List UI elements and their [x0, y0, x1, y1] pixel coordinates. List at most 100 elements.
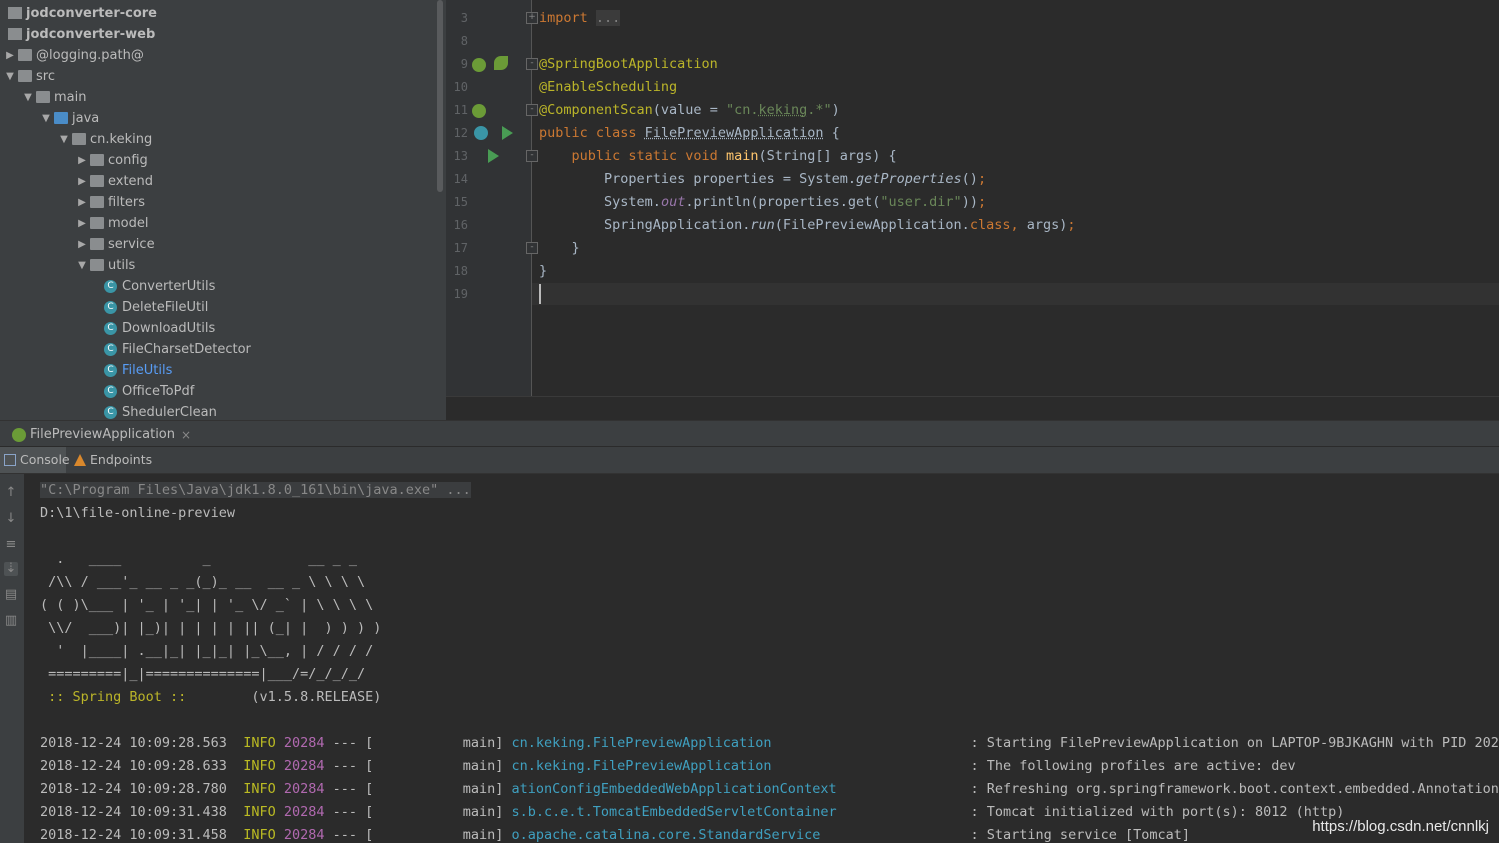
clear-all-icon[interactable]: ▥	[4, 614, 18, 628]
tree-item[interactable]: ▼ utils	[0, 255, 436, 276]
tree-item[interactable]: ▼ cn.keking	[0, 129, 436, 150]
tree-item-label: cn.keking	[90, 132, 153, 147]
line-number: 16	[453, 218, 468, 232]
code-line-10[interactable]: @EnableScheduling	[539, 76, 677, 99]
log-line[interactable]: 2018-12-24 10:09:31.458 INFO 20284 --- […	[40, 824, 1190, 843]
class-bean-icon[interactable]	[474, 126, 488, 140]
log-logger[interactable]: s.b.c.e.t.TomcatEmbeddedServletContainer	[511, 801, 954, 824]
tree-item[interactable]: ▼ src	[0, 66, 436, 87]
expanded-arrow-icon[interactable]: ▼	[40, 108, 52, 129]
fold-expand-icon[interactable]: +	[526, 12, 538, 24]
expanded-arrow-icon[interactable]: ▼	[76, 255, 88, 276]
run-main-icon[interactable]	[488, 149, 499, 163]
log-message: : The following profiles are active: dev	[970, 758, 1296, 774]
log-pid: 20284	[283, 804, 325, 820]
code-line-17[interactable]: }	[539, 237, 580, 260]
tree-item[interactable]: ▶ model	[0, 213, 436, 234]
run-tab-label: FilePreviewApplication	[30, 427, 175, 442]
scroll-down-icon[interactable]: ↓	[4, 512, 18, 526]
print-icon[interactable]: ▤	[4, 588, 18, 602]
code-line-9[interactable]: @SpringBootApplication	[539, 53, 718, 76]
close-icon[interactable]: ×	[181, 424, 191, 446]
bean-navigate-icon[interactable]	[472, 104, 486, 118]
tree-item[interactable]: C OfficeToPdf	[0, 381, 436, 402]
console-output[interactable]: "C:\Program Files\Java\jdk1.8.0_161\bin\…	[26, 474, 1499, 843]
tree-item[interactable]: ▼ main	[0, 87, 436, 108]
fold-collapse-icon[interactable]: -	[526, 104, 538, 116]
code-line-12[interactable]: public class FilePreviewApplication {	[539, 122, 840, 145]
log-logger[interactable]: ationConfigEmbeddedWebApplicationContext	[511, 778, 954, 801]
log-line[interactable]: 2018-12-24 10:09:31.438 INFO 20284 --- […	[40, 801, 1344, 824]
code-line-3[interactable]: import ...	[539, 7, 621, 30]
log-separator: --- [	[332, 804, 374, 820]
tree-item[interactable]: C DownloadUtils	[0, 318, 436, 339]
expanded-arrow-icon[interactable]: ▼	[22, 87, 34, 108]
tree-item[interactable]: ▼ java	[0, 108, 436, 129]
collapsed-arrow-icon[interactable]: ▶	[76, 234, 88, 255]
tree-item[interactable]: C DeleteFileUtil	[0, 297, 436, 318]
project-tree[interactable]: jodconverter-core jodconverter-web ▶ @loggi…	[0, 0, 436, 420]
log-logger[interactable]: o.apache.catalina.core.StandardService	[511, 824, 954, 843]
scroll-up-icon[interactable]: ↑	[4, 486, 18, 500]
soft-wrap-icon[interactable]: ≡	[4, 538, 18, 552]
bean-navigate-icon[interactable]	[472, 58, 486, 72]
code-editor[interactable]: 3 8 9 10 11 12 13 14 15 16 17 18 19 + - - - - import…	[446, 0, 1499, 396]
tree-item[interactable]: C FileCharsetDetector	[0, 339, 436, 360]
log-line[interactable]: 2018-12-24 10:09:28.563 INFO 20284 --- […	[40, 732, 1499, 755]
collapsed-arrow-icon[interactable]: ▶	[76, 171, 88, 192]
log-logger[interactable]: cn.keking.FilePreviewApplication	[511, 732, 954, 755]
collapsed-arrow-icon[interactable]: ▶	[4, 45, 16, 66]
expanded-arrow-icon[interactable]: ▼	[58, 129, 70, 150]
tree-item[interactable]: jodconverter-core	[0, 3, 436, 24]
banner-line: /\\ / ___'_ __ _ _(_)_ __ __ _ \ \ \ \	[40, 574, 366, 590]
code-line-18[interactable]: }	[539, 260, 547, 283]
tree-item-label: DownloadUtils	[122, 321, 216, 336]
collapsed-arrow-icon[interactable]: ▶	[76, 213, 88, 234]
tree-item[interactable]: C ConverterUtils	[0, 276, 436, 297]
folder-icon	[36, 91, 50, 103]
expanded-arrow-icon[interactable]: ▼	[4, 66, 16, 87]
tree-item[interactable]: C ShedulerClean	[0, 402, 436, 420]
log-thread: main]	[462, 804, 504, 820]
tree-item[interactable]: ▶ config	[0, 150, 436, 171]
collapsed-arrow-icon[interactable]: ▶	[76, 150, 88, 171]
project-tree-scrollbar[interactable]	[436, 0, 446, 420]
code-line-11[interactable]: @ComponentScan(value = "cn.keking.*")	[539, 99, 840, 122]
log-level: INFO	[243, 758, 276, 774]
fold-collapse-icon[interactable]: -	[526, 58, 538, 70]
code-line-15[interactable]: System.out.println(properties.get("user.…	[539, 191, 986, 214]
tab-console[interactable]: Console	[0, 447, 70, 473]
tree-item[interactable]: ▶ @logging.path@	[0, 45, 436, 66]
tree-item[interactable]: ▶ service	[0, 234, 436, 255]
scroll-to-end-icon[interactable]: ⇣	[4, 562, 18, 576]
tree-item-label: src	[36, 69, 55, 84]
tab-endpoints[interactable]: Endpoints	[70, 447, 166, 473]
folded-imports[interactable]: ...	[595, 10, 621, 26]
spring-leaf-icon[interactable]	[494, 56, 508, 70]
fold-end-icon[interactable]: -	[526, 242, 538, 254]
collapsed-arrow-icon[interactable]: ▶	[76, 192, 88, 213]
line-number: 12	[453, 126, 468, 140]
tree-item-label: jodconverter-web	[26, 27, 156, 42]
scrollbar-thumb[interactable]	[437, 0, 443, 192]
log-timestamp: 2018-12-24 10:09:31.458	[40, 827, 227, 843]
code-line-16[interactable]: SpringApplication.run(FilePreviewApplica…	[539, 214, 1075, 237]
code-line-14[interactable]: Properties properties = System.getProper…	[539, 168, 986, 191]
tree-item[interactable]: C FileUtils	[0, 360, 436, 381]
package-icon	[72, 133, 86, 145]
tree-item[interactable]: ▶ filters	[0, 192, 436, 213]
log-message: : Starting service [Tomcat]	[970, 827, 1190, 843]
tree-item[interactable]: ▶ extend	[0, 171, 436, 192]
module-icon	[8, 7, 22, 19]
log-level: INFO	[243, 827, 276, 843]
run-class-icon[interactable]	[502, 126, 513, 140]
fold-collapse-icon[interactable]: -	[526, 150, 538, 162]
run-tab-filepreviewapplication[interactable]: FilePreviewApplication ×	[8, 424, 193, 446]
code-line-13[interactable]: public static void main(String[] args) {	[539, 145, 897, 168]
tree-item[interactable]: jodconverter-web	[0, 24, 436, 45]
log-line[interactable]: 2018-12-24 10:09:28.633 INFO 20284 --- […	[40, 755, 1296, 778]
log-logger[interactable]: cn.keking.FilePreviewApplication	[511, 755, 954, 778]
log-level: INFO	[243, 781, 276, 797]
console-command-line[interactable]: "C:\Program Files\Java\jdk1.8.0_161\bin\…	[40, 479, 471, 502]
log-line[interactable]: 2018-12-24 10:09:28.780 INFO 20284 --- […	[40, 778, 1499, 801]
